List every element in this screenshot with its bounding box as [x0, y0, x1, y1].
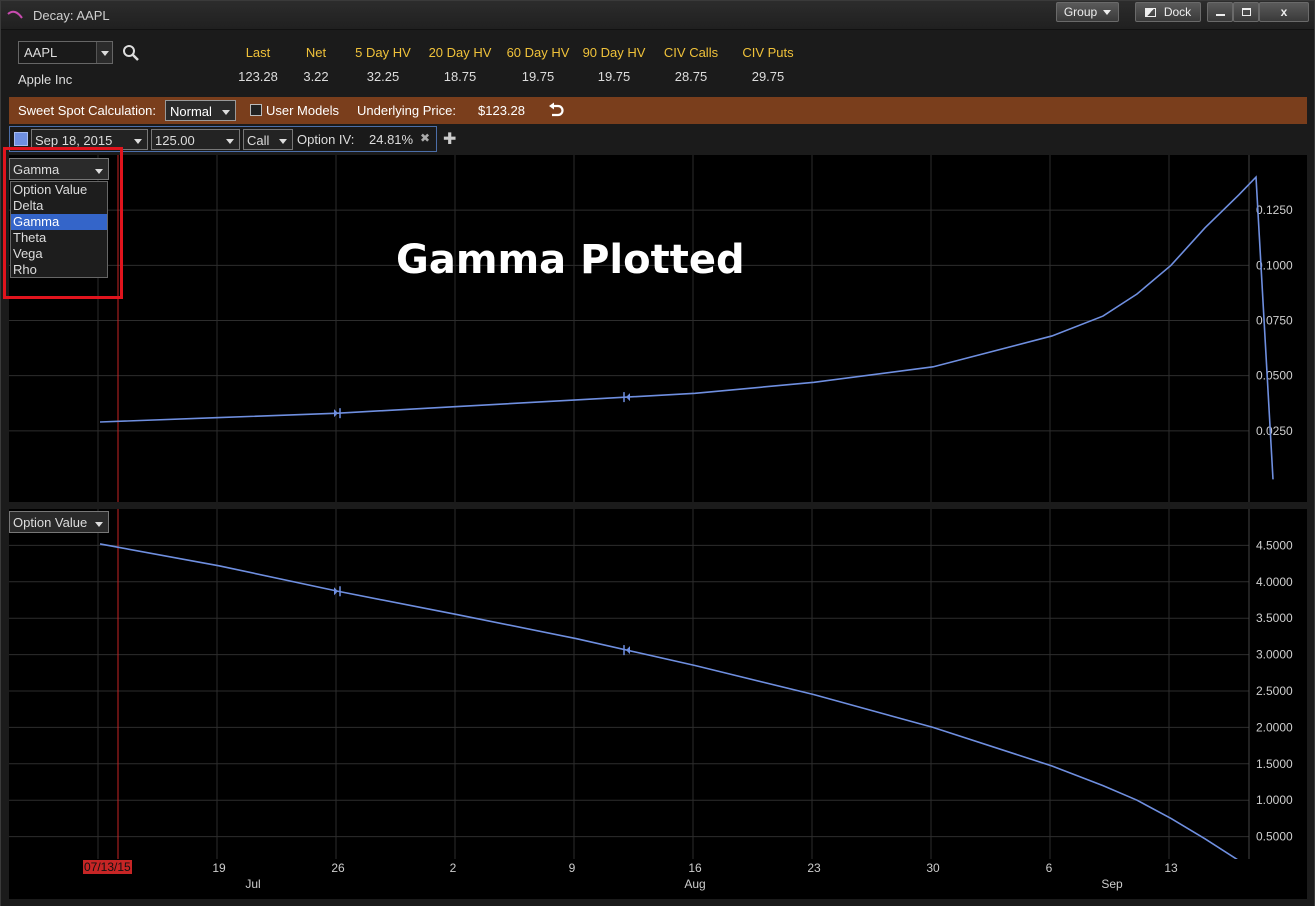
greek-chart[interactable]: 0.1250 0.1000 0.0750 0.0500 0.0250 Gamma Opt…: [9, 155, 1307, 502]
y-tick-label: 4.5000: [1256, 538, 1293, 552]
chevron-down-icon: [279, 139, 287, 144]
y-tick-label: 1.5000: [1256, 757, 1293, 771]
maximize-button[interactable]: [1233, 2, 1259, 22]
marker-arrow: [626, 393, 630, 402]
dock-button-label: Dock: [1163, 5, 1192, 19]
quote-value-5dhv: 32.25: [366, 69, 400, 84]
group-button-label: Group: [1063, 5, 1098, 19]
x-tick: 30: [926, 861, 940, 875]
highlight-box: [3, 147, 123, 299]
option-iv-label: Option IV:: [297, 132, 355, 147]
sweet-spot-mode-value: Normal: [170, 104, 212, 119]
quote-header-civ-puts: CIV Puts: [742, 45, 794, 60]
sweet-spot-mode-select[interactable]: Normal: [165, 100, 236, 121]
option-value-chart-plot: 4.5000 4.0000 3.5000 3.0000 2.5000 2.0000 1.50…: [9, 509, 1293, 859]
y-tick-label: 2.0000: [1256, 720, 1293, 734]
x-tick: 6: [1045, 861, 1053, 875]
add-leg-icon[interactable]: ✚: [443, 129, 456, 149]
chevron-down-icon: [95, 522, 103, 527]
quote-header-civ-calls: CIV Calls: [663, 45, 719, 60]
quote-value-civ-calls: 28.75: [674, 69, 708, 84]
quote-header: AAPL Apple Inc Last Net 5 Day HV 20 Day …: [1, 31, 1314, 95]
close-button[interactable]: x: [1259, 2, 1309, 22]
today-date-label: 07/13/15: [83, 860, 132, 874]
strike-value: 125.00: [155, 133, 195, 148]
sweet-spot-label: Sweet Spot Calculation:: [18, 103, 157, 118]
option-type-select[interactable]: Call: [243, 129, 293, 150]
quote-value-civ-puts: 29.75: [751, 69, 785, 84]
quote-header-60dhv: 60 Day HV: [506, 45, 570, 60]
value-metric-select[interactable]: Option Value: [9, 511, 109, 533]
dock-icon: [1144, 7, 1156, 17]
x-tick: 9: [568, 861, 576, 875]
y-tick-label: 1.0000: [1256, 793, 1293, 807]
chevron-down-icon: [134, 139, 142, 144]
quote-value-20dhv: 18.75: [443, 69, 477, 84]
y-tick-label: 0.1250: [1256, 203, 1293, 217]
chevron-down-icon: [1103, 9, 1112, 15]
symbol-dropdown-button[interactable]: [96, 42, 112, 63]
sweet-spot-bar: Sweet Spot Calculation: Normal User Mode…: [9, 97, 1307, 124]
series-color-swatch[interactable]: [14, 132, 28, 146]
y-tick-label: 0.0750: [1256, 314, 1293, 328]
y-tick-label: 0.0500: [1256, 369, 1293, 383]
minimize-icon: [1215, 14, 1225, 16]
y-tick-label: 4.0000: [1256, 575, 1293, 589]
marker-arrow: [626, 646, 630, 655]
x-month-label: Sep: [1101, 877, 1123, 891]
group-button[interactable]: Group: [1056, 2, 1119, 22]
x-month-label: Aug: [684, 877, 706, 891]
x-tick: 13: [1164, 861, 1178, 875]
series-line: [99, 543, 1238, 859]
x-tick: 2: [449, 861, 457, 875]
company-name: Apple Inc: [18, 72, 73, 87]
underlying-price-label: Underlying Price:: [357, 103, 456, 118]
remove-leg-icon[interactable]: ✖: [420, 131, 430, 145]
window-bottom-border: [1, 899, 1314, 906]
x-tick: 23: [807, 861, 821, 875]
undo-icon[interactable]: [547, 101, 565, 119]
y-tick-label: 0.0250: [1256, 424, 1293, 438]
x-tick: 19: [212, 861, 226, 875]
user-models-label: User Models: [266, 103, 339, 118]
decay-app-icon: [7, 10, 23, 19]
quote-value-60dhv: 19.75: [521, 69, 555, 84]
y-tick-label: 3.0000: [1256, 648, 1293, 662]
option-type-value: Call: [247, 133, 270, 148]
series-line: [99, 175, 1274, 480]
search-icon[interactable]: [122, 44, 140, 62]
chevron-down-icon: [101, 51, 109, 56]
minimize-button[interactable]: [1207, 2, 1233, 22]
window-title: Decay: AAPL: [33, 8, 110, 23]
x-tick: 16: [688, 861, 702, 875]
title-bar[interactable]: Decay: AAPL Group Dock x: [1, 1, 1314, 30]
quote-value-90dhv: 19.75: [597, 69, 631, 84]
quote-header-20dhv: 20 Day HV: [428, 45, 492, 60]
y-tick-label: 0.5000: [1256, 830, 1293, 844]
strike-select[interactable]: 125.00: [151, 129, 240, 150]
option-value-chart[interactable]: 4.5000 4.0000 3.5000 3.0000 2.5000 2.0000 1.50…: [9, 509, 1307, 859]
option-iv-value: 24.81%: [369, 132, 414, 147]
close-icon: x: [1280, 5, 1288, 19]
greek-chart-plot: 0.12500.10000.07500.05000.0250: [9, 155, 1293, 502]
value-metric-value: Option Value: [13, 515, 88, 530]
x-tick: 26: [331, 861, 345, 875]
date-axis: 07/13/15 19 26 2 9 16 23 30 6 13 Jul Aug…: [9, 859, 1307, 899]
symbol-value: AAPL: [24, 45, 58, 60]
symbol-input[interactable]: AAPL: [18, 41, 113, 64]
expiration-value: Sep 18, 2015: [35, 133, 113, 148]
dock-button[interactable]: Dock: [1135, 2, 1201, 22]
quote-header-90dhv: 90 Day HV: [582, 45, 646, 60]
x-month-label: Jul: [245, 877, 261, 891]
chevron-down-icon: [222, 110, 230, 115]
decay-window: Decay: AAPL Group Dock x AAPL Apple Inc …: [0, 0, 1315, 906]
maximize-icon: [1241, 8, 1251, 16]
user-models-checkbox[interactable]: [250, 104, 262, 116]
y-tick-label: 2.5000: [1256, 684, 1293, 698]
quote-header-5dhv: 5 Day HV: [355, 45, 411, 60]
chevron-down-icon: [226, 139, 234, 144]
underlying-price-value: $123.28: [478, 103, 525, 118]
gamma-plotted-annotation: Gamma Plotted: [396, 237, 745, 283]
y-tick-label: 3.5000: [1256, 611, 1293, 625]
